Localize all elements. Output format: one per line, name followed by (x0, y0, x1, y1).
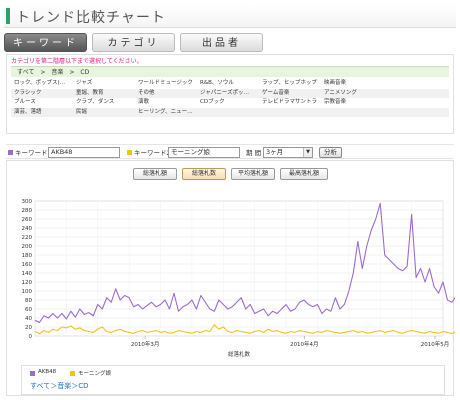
keyword2-swatch (127, 150, 132, 155)
tab-bar: キーワード カテゴリ 出品者 (4, 33, 456, 52)
y-tick-label: 180 (22, 253, 33, 259)
category-item[interactable]: R&B、ソウル (197, 79, 259, 89)
x-tick-label: 2010年4月 (290, 340, 319, 348)
category-item[interactable]: 宗教音楽 (321, 98, 383, 108)
y-tick-label: 40 (25, 316, 32, 322)
y-tick-label: 260 (22, 217, 33, 223)
legend-swatch-morning-musume (70, 371, 75, 376)
y-tick-label: 220 (22, 235, 33, 241)
y-tick-label: 140 (22, 271, 33, 277)
keyword1-label: キーワード1 (15, 149, 52, 157)
chart-panel: 総落札額 総落札数 平均落札額 最高落札額 0 20 40 60 80 100 120 140… (6, 160, 455, 396)
y-tick-label: 300 (22, 199, 33, 205)
category-item[interactable]: ワールドミュージック (135, 79, 197, 89)
category-item[interactable]: 民謡 (73, 108, 135, 118)
trend-compare-page: トレンド比較チャート キーワード カテゴリ 出品者 カテゴリを第二階層以下まで選… (0, 0, 460, 400)
period-label: 期 間 (246, 149, 262, 157)
legend-breadcrumb-link[interactable]: すべて＞音楽＞CD (30, 381, 89, 391)
category-item[interactable]: ジャパニーズポッ… (197, 89, 259, 99)
category-item[interactable]: クラシック (11, 89, 73, 99)
analyze-button[interactable]: 分析 (319, 147, 342, 158)
category-item[interactable]: 演芸、落語 (11, 108, 73, 118)
category-breadcrumb[interactable]: すべて > 音楽 > CD (11, 66, 449, 77)
x-tick-label: 2010年5月 (421, 340, 450, 348)
y-tick-label: 20 (25, 325, 32, 331)
y-tick-label: 80 (25, 298, 32, 304)
y-tick-label: 200 (22, 244, 33, 250)
chevron-down-icon: ▼ (303, 148, 312, 157)
y-tick-label: 280 (22, 208, 33, 214)
legend-swatch-akb48 (30, 371, 35, 376)
tab-category[interactable]: カテゴリ (92, 33, 175, 52)
page-header: トレンド比較チャート (4, 4, 456, 28)
category-row: クラシック 童謡、教育 その他 ジャパニーズポッ… ゲーム音楽 アニメソング (11, 88, 449, 99)
y-tick-label: 60 (25, 307, 32, 313)
tab-keyword[interactable]: キーワード (4, 33, 87, 52)
keyword2-input[interactable]: モーニング娘 (168, 147, 240, 158)
category-grid: ロック、ポップス(… ジャズ ワールドミュージック R&B、ソウル ラップ、ヒップホップ… (11, 79, 449, 117)
period-value: 3ヶ月 (266, 148, 284, 156)
period-select[interactable]: 3ヶ月 ▼ (263, 147, 313, 158)
x-axis-label: 総落札数 (228, 350, 251, 358)
y-tick-label: 120 (22, 280, 33, 286)
y-tick-label: 240 (22, 226, 33, 232)
keyword2-label: キーワード2 (134, 149, 171, 157)
y-tick-label: 100 (22, 289, 33, 295)
tab-seller[interactable]: 出品者 (180, 33, 263, 52)
category-item[interactable]: その他 (135, 89, 197, 99)
category-item[interactable]: 映画音楽 (321, 79, 383, 89)
keyword1-swatch (8, 150, 13, 155)
x-tick-label: 2010年3月 (131, 340, 160, 348)
category-row: ブルース クラブ、ダンス 演歌 CDブック テレビドラマサントラ 宗教音楽 (11, 98, 449, 108)
category-item (259, 108, 321, 118)
category-row: 演芸、落語 民謡 ヒーリング、ニュー… (11, 107, 449, 118)
trend-line-chart: 0 20 40 60 80 100 120 140 160 180 200 220 240 260 280 3… (22, 199, 455, 358)
category-item[interactable]: ヒーリング、ニュー… (135, 108, 197, 118)
keyword1-input[interactable]: AKB48 (48, 147, 120, 158)
page-title: トレンド比較チャート (16, 10, 166, 26)
category-instruction: カテゴリを第二階層以下まで選択してください。 (11, 58, 143, 65)
category-item[interactable]: ラップ、ヒップホップ (259, 79, 321, 89)
category-item[interactable]: ジャズ (73, 79, 135, 89)
y-tick-label: 0 (29, 334, 33, 340)
category-item[interactable]: クラブ、ダンス (73, 98, 135, 108)
title-accent-bar (6, 8, 10, 24)
category-item[interactable]: ゲーム音楽 (259, 89, 321, 99)
y-tick-label: 160 (22, 262, 33, 268)
category-row: ロック、ポップス(… ジャズ ワールドミュージック R&B、ソウル ラップ、ヒップホップ… (11, 79, 449, 89)
keyword-bar: キーワード1 AKB48 キーワード2 モーニング娘 期 間 3ヶ月 ▼ 分析 (6, 144, 454, 159)
category-item[interactable]: CDブック (197, 98, 259, 108)
category-item[interactable]: ブルース (11, 98, 73, 108)
legend-label-morning-musume: モーニング娘 (78, 371, 112, 377)
category-item[interactable]: アニメソング (321, 89, 383, 99)
category-item[interactable]: テレビドラマサントラ (259, 98, 321, 108)
chart-legend: AKB48 モーニング娘 すべて＞音楽＞CD (21, 365, 445, 395)
category-item[interactable]: 童謡、教育 (73, 89, 135, 99)
category-item[interactable]: 演歌 (135, 98, 197, 108)
legend-label-akb48: AKB48 (38, 369, 57, 375)
category-item (321, 108, 383, 118)
category-item (197, 108, 259, 118)
category-selector: カテゴリを第二階層以下まで選択してください。 すべて > 音楽 > CD ロック… (6, 54, 454, 134)
category-item[interactable]: ロック、ポップス(… (11, 79, 73, 89)
